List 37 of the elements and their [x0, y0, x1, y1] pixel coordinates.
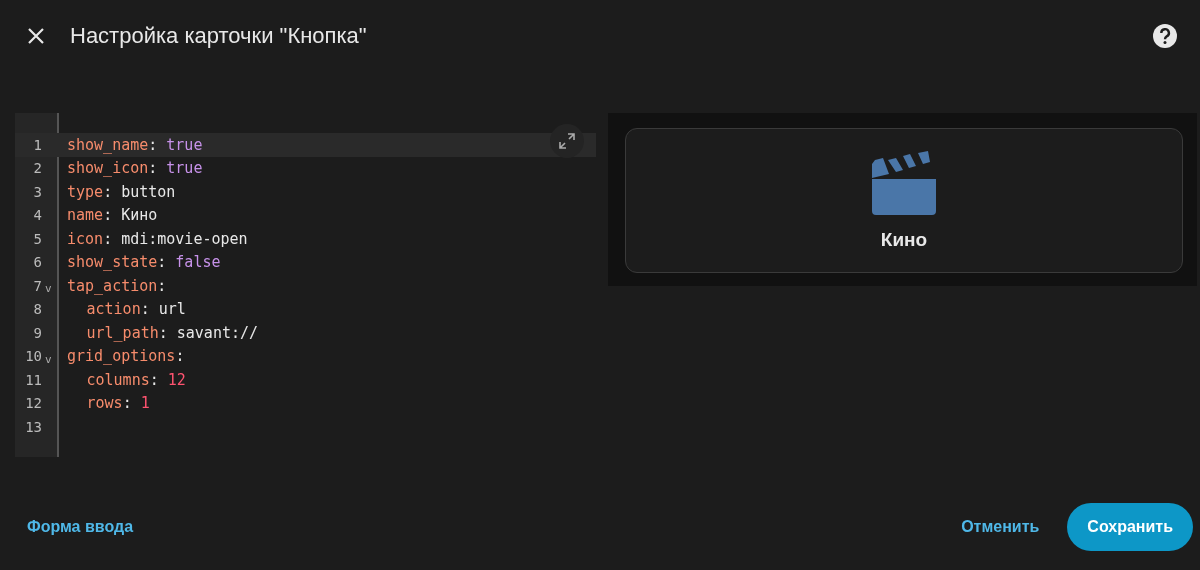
code-line: type: button: [67, 182, 176, 201]
code-line: rows: 1: [86, 394, 150, 413]
close-icon[interactable]: [26, 26, 46, 46]
code-line: grid_options:: [67, 347, 185, 366]
input-form-link[interactable]: Форма ввода: [27, 518, 134, 536]
line-number: 3: [32, 183, 42, 200]
line-number: 13: [24, 418, 42, 435]
line-number: 4: [32, 207, 42, 224]
code-line: action: url: [86, 300, 186, 319]
line-number: 12: [24, 395, 42, 412]
line-number: 2: [32, 160, 42, 177]
line-number: 9: [32, 324, 42, 341]
code-line: show_name: true: [67, 135, 203, 154]
expand-icon: [558, 132, 576, 150]
code-line: url_path: savant://: [86, 323, 259, 342]
line-number: 10: [24, 348, 42, 365]
code-line: show_icon: true: [67, 159, 203, 178]
help-icon[interactable]: [1152, 23, 1178, 49]
line-number: 11: [24, 371, 42, 388]
card-name: Кино: [880, 228, 928, 251]
line-number: 1: [32, 136, 42, 153]
line-number: 7: [32, 277, 42, 294]
line-number: 5: [32, 230, 42, 247]
button-card[interactable]: Кино: [625, 128, 1183, 273]
code-line: show_state: false: [67, 253, 221, 272]
dialog-title: Настройка карточки "Кнопка": [70, 23, 368, 49]
code-line: name: Кино: [67, 206, 158, 225]
cancel-button[interactable]: Отменить: [949, 510, 1052, 544]
clapperboard-icon: [870, 150, 938, 217]
fullscreen-button[interactable]: [550, 124, 584, 158]
code-line: icon: mdi:movie-open: [67, 229, 248, 248]
fold-toggle[interactable]: v: [45, 282, 52, 296]
fold-toggle[interactable]: v: [45, 352, 52, 366]
code-line: tap_action:: [67, 276, 167, 295]
line-number: 8: [32, 301, 42, 318]
code-line: columns: 12: [86, 370, 186, 389]
line-number: 6: [32, 254, 42, 271]
